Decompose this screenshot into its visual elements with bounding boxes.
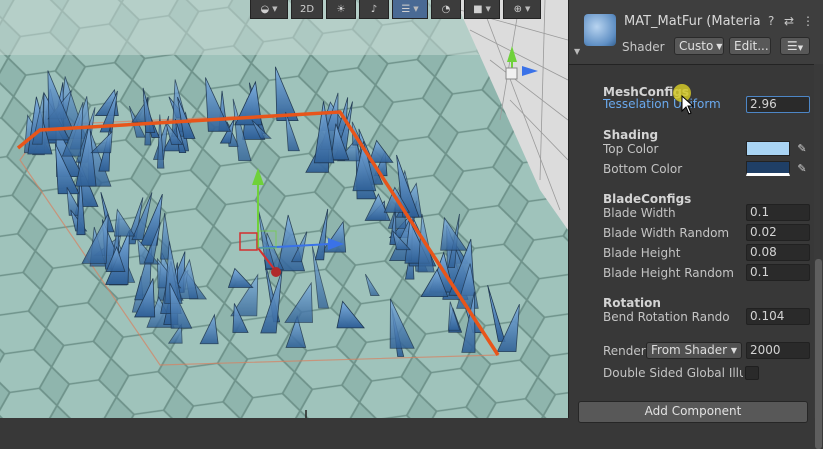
blade-height-label: Blade Height bbox=[603, 246, 681, 260]
help-icon[interactable]: ? bbox=[768, 14, 774, 28]
bottom-color-swatch[interactable] bbox=[746, 161, 790, 176]
scene-view[interactable]: ◒ ▼ 2D ☀ ♪ ☰ ▼ ◔ ■ ▼ ⊕ ▼ bbox=[0, 0, 568, 418]
chevron-down-icon: ▼ bbox=[716, 41, 723, 51]
render-queue-option: From Shader bbox=[651, 343, 728, 357]
chevron-down-icon: ▼ bbox=[730, 346, 737, 355]
top-color-swatch[interactable] bbox=[746, 141, 790, 156]
globe-dropdown[interactable]: ◒ ▼ bbox=[250, 0, 288, 19]
section-rotation: Rotation bbox=[603, 296, 661, 310]
gizmo-icon: ⊕ bbox=[513, 3, 522, 15]
add-component-button[interactable]: Add Component bbox=[578, 401, 808, 423]
edit-shader-label: Edit... bbox=[734, 39, 769, 53]
section-shading: Shading bbox=[603, 128, 659, 142]
inspector-panel: ▼ MAT_MatFur (Materia ? ⇄ ⋮ Shader Custo… bbox=[568, 0, 823, 449]
scene-canvas[interactable] bbox=[0, 0, 568, 418]
fx-dropdown[interactable]: ☰ ▼ bbox=[392, 0, 428, 19]
material-thumbnail bbox=[584, 14, 616, 46]
edit-shader-button[interactable]: Edit... bbox=[729, 37, 771, 55]
shader-dropdown[interactable]: Custo ▼ bbox=[674, 37, 724, 55]
bulb-icon: ☀ bbox=[336, 3, 346, 15]
2d-toggle[interactable]: 2D bbox=[291, 0, 323, 19]
mouse-cursor-icon bbox=[681, 94, 695, 115]
audio-toggle[interactable]: ♪ bbox=[359, 0, 389, 19]
render-queue-label: Render bbox=[603, 344, 646, 358]
shader-dropdown-value: Custo bbox=[679, 39, 714, 53]
blade-height-random-field[interactable]: 0.1 bbox=[746, 264, 810, 281]
layers-icon: ☰ bbox=[401, 3, 411, 15]
top-color-label: Top Color bbox=[603, 142, 659, 156]
camera-icon: ■ bbox=[473, 3, 483, 15]
blade-width-label: Blade Width bbox=[603, 206, 676, 220]
lighting-toggle[interactable]: ☀ bbox=[326, 0, 356, 19]
scrollbar-thumb[interactable] bbox=[815, 259, 822, 449]
material-title: MAT_MatFur (Materia bbox=[624, 14, 761, 29]
2d-toggle-label: 2D bbox=[299, 3, 315, 15]
material-header: ▼ MAT_MatFur (Materia ? ⇄ ⋮ Shader Custo… bbox=[569, 0, 823, 65]
bend-rotation-label: Bend Rotation Rando bbox=[603, 310, 730, 324]
scene-toolbar: ◒ ▼ 2D ☀ ♪ ☰ ▼ ◔ ■ ▼ ⊕ ▼ bbox=[250, 0, 541, 20]
blade-width-random-field[interactable]: 0.02 bbox=[746, 224, 810, 241]
double-sided-gi-checkbox[interactable] bbox=[745, 366, 759, 380]
section-bladeconfigs: BladeConfigs bbox=[603, 192, 692, 206]
eye-slash-icon: ◔ bbox=[441, 3, 451, 15]
globe-icon: ◒ bbox=[260, 3, 270, 15]
blade-height-field[interactable]: 0.08 bbox=[746, 244, 810, 261]
preset-icon[interactable]: ⇄ bbox=[784, 14, 794, 28]
foldout-arrow-icon[interactable]: ▼ bbox=[574, 47, 580, 56]
bend-rotation-field[interactable]: 0.104 bbox=[746, 308, 810, 325]
gizmos-dropdown[interactable]: ⊕ ▼ bbox=[503, 0, 541, 19]
inspector-scrollbar[interactable] bbox=[814, 64, 823, 449]
eyedropper-icon[interactable]: ✎ bbox=[794, 161, 810, 176]
blade-height-random-label: Blade Height Random bbox=[603, 266, 734, 280]
shader-label: Shader bbox=[622, 40, 665, 54]
eyedropper-icon[interactable]: ✎ bbox=[794, 141, 810, 156]
double-sided-gi-label: Double Sided Global Illum bbox=[603, 366, 743, 380]
bottom-color-label: Bottom Color bbox=[603, 162, 683, 176]
render-queue-field[interactable]: 2000 bbox=[746, 342, 810, 359]
more-icon[interactable]: ⋮ bbox=[802, 14, 814, 28]
camera-dropdown[interactable]: ■ ▼ bbox=[464, 0, 500, 19]
blade-width-field[interactable]: 0.1 bbox=[746, 204, 810, 221]
hidden-toggle[interactable]: ◔ bbox=[431, 0, 461, 19]
tesselation-field[interactable]: 2.96 bbox=[746, 96, 810, 113]
list-menu-icon: ☰▼ bbox=[786, 39, 804, 53]
speaker-icon: ♪ bbox=[370, 3, 378, 15]
render-queue-dropdown[interactable]: From Shader ▼ bbox=[646, 342, 742, 359]
blade-width-random-label: Blade Width Random bbox=[603, 226, 730, 240]
list-menu-button[interactable]: ☰▼ bbox=[780, 37, 810, 55]
